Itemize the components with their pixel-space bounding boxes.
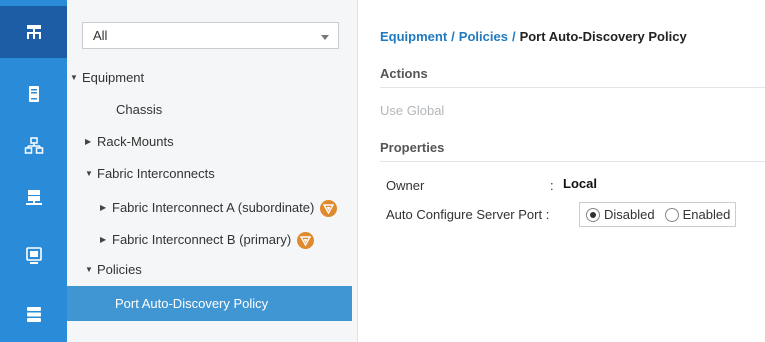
tree-node-label: Policies	[97, 262, 142, 277]
server-icon	[28, 86, 39, 102]
auto-configure-label: Auto Configure Server Port :	[386, 207, 550, 222]
owner-label: Owner	[386, 178, 425, 193]
radio-disabled[interactable]: Disabled	[586, 207, 655, 222]
tree-node-chassis[interactable]: Chassis	[116, 94, 162, 126]
breadcrumb-separator: /	[511, 29, 516, 44]
storage-icon	[25, 190, 42, 205]
tree-node-label: Fabric Interconnect A (subordinate)	[112, 200, 315, 215]
breadcrumb: Equipment / Policies / Port Auto-Discovery P…	[380, 29, 687, 44]
admin-icon	[26, 307, 41, 322]
rail-item-servers[interactable]	[0, 68, 67, 120]
expanded-arrow-icon[interactable]: ▼	[85, 158, 97, 190]
detail-pane: Equipment / Policies / Port Auto-Discovery P…	[359, 0, 765, 342]
network-icon	[26, 25, 41, 39]
tree-node-label: Equipment	[82, 70, 145, 85]
properties-header: Properties	[380, 134, 765, 162]
nav-rail	[0, 0, 67, 342]
rail-item-equipment[interactable]	[0, 6, 67, 58]
radio-unchecked-icon[interactable]	[664, 207, 679, 222]
collapsed-arrow-icon[interactable]: ▶	[100, 224, 112, 256]
tree-node-label: Fabric Interconnect B (primary)	[112, 232, 292, 247]
tree-node-label: Fabric Interconnects	[97, 166, 215, 181]
tree-node-label: Chassis	[116, 102, 163, 117]
actions-header: Actions	[380, 60, 765, 88]
collapsed-arrow-icon[interactable]: ▶	[100, 192, 112, 224]
tree-node-label: Rack-Mounts	[97, 134, 174, 149]
breadcrumb-policies-link[interactable]: Policies	[459, 29, 508, 44]
radio-label: Enabled	[682, 207, 731, 222]
warning-badge-icon[interactable]	[320, 199, 338, 217]
collapsed-arrow-icon[interactable]: ▶	[85, 126, 97, 158]
use-global-link[interactable]: Use Global	[380, 103, 444, 118]
tree-node-equipment[interactable]: ▼ Equipment	[70, 62, 144, 94]
auto-configure-radio-group: Disabled Enabled	[579, 202, 736, 227]
tree-node-rack-mounts[interactable]: ▶ Rack-Mounts	[85, 126, 174, 158]
expanded-arrow-icon[interactable]: ▼	[85, 254, 97, 286]
tree-node-port-auto-discovery[interactable]: Port Auto-Discovery Policy	[67, 286, 352, 321]
rail-item-lan[interactable]	[0, 120, 67, 172]
tree-node-fi-a[interactable]: ▶ Fabric Interconnect A (subordinate)	[100, 192, 338, 224]
radio-enabled[interactable]: Enabled	[664, 207, 731, 222]
tree-node-policies[interactable]: ▼ Policies	[85, 254, 142, 286]
chevron-down-icon	[321, 35, 329, 40]
tree-node-fi-b[interactable]: ▶ Fabric Interconnect B (primary)	[100, 224, 315, 256]
lan-icon	[24, 137, 43, 154]
filter-value: All	[93, 28, 108, 43]
rail-item-vm[interactable]	[0, 230, 67, 282]
expanded-arrow-icon[interactable]: ▼	[70, 62, 82, 94]
tree-node-label: Port Auto-Discovery Policy	[115, 296, 269, 311]
navigation-tree: All ▼ Equipment Chassis ▶ Rack-Mounts ▼ …	[67, 0, 358, 342]
breadcrumb-equipment-link[interactable]: Equipment	[380, 29, 447, 44]
monitor-icon	[25, 247, 42, 264]
owner-separator: :	[550, 178, 554, 193]
breadcrumb-current: Port Auto-Discovery Policy	[519, 29, 687, 44]
filter-dropdown[interactable]: All	[82, 22, 339, 49]
breadcrumb-separator: /	[451, 29, 455, 44]
rail-item-storage[interactable]	[0, 172, 67, 224]
rail-item-admin[interactable]	[0, 288, 67, 340]
radio-checked-icon[interactable]	[586, 207, 600, 222]
radio-label: Disabled	[604, 207, 655, 222]
warning-badge-icon[interactable]	[297, 231, 315, 249]
owner-value: Local	[563, 176, 597, 191]
tree-node-fabric-interconnects[interactable]: ▼ Fabric Interconnects	[85, 158, 215, 190]
